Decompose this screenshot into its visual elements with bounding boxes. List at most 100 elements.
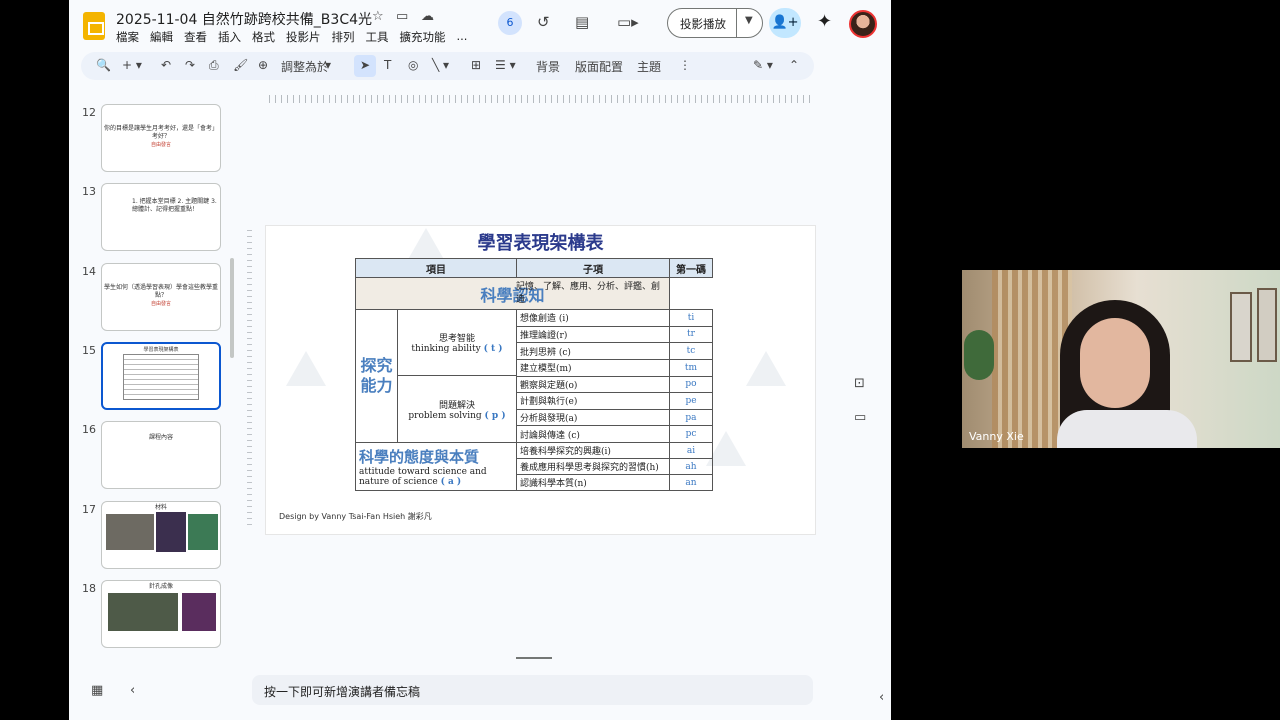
inquiry-group-cell: 探究 能力 思考智能 thinking ability ( t ) 問題解決 prob… (355, 309, 517, 443)
video-background (1257, 288, 1277, 362)
history-icon[interactable]: ↺ (537, 13, 550, 31)
select-cursor-icon[interactable]: ➤ (360, 58, 370, 72)
menu-edit[interactable]: 編輯 (150, 29, 173, 45)
menu-arrange[interactable]: 排列 (332, 29, 355, 45)
pen-mode-icon[interactable]: ✎ ▾ (753, 58, 773, 72)
code-cell: an (669, 474, 713, 491)
vertical-ruler (247, 225, 252, 525)
bullets-icon[interactable]: ☰ ▾ (495, 58, 516, 72)
menu-view[interactable]: 查看 (184, 29, 207, 45)
layout-button[interactable]: 版面配置 (575, 58, 623, 75)
subitem-cell: 推理論證(r) (516, 325, 670, 344)
paint-format-icon[interactable]: 🖌 (233, 58, 248, 72)
search-menus-icon[interactable]: 🔍 (96, 58, 111, 72)
horizontal-ruler (269, 95, 815, 103)
zoom-icon[interactable]: ⊕ (258, 58, 268, 72)
thumb-photo (108, 593, 178, 631)
slide-number: 15 (82, 344, 96, 357)
print-icon[interactable]: ⎙ (209, 58, 219, 73)
document-title[interactable]: 2025-11-04 自然竹跡跨校共備_B3C4光 (116, 9, 372, 29)
background-button[interactable]: 背景 (536, 58, 560, 75)
menu-format[interactable]: 格式 (252, 29, 275, 45)
app-header: 2025-11-04 自然竹跡跨校共備_B3C4光 ☆ ▭ ☁ 檔案 編輯 查看… (69, 0, 891, 50)
move-folder-icon[interactable]: ▭ (396, 9, 408, 24)
slide-number: 18 (82, 582, 96, 595)
theme-button[interactable]: 主題 (637, 58, 661, 75)
slide-thumb-14[interactable]: 14 學生如何（透過學習表現）學會這些教學重點？ 自由發言 (69, 263, 239, 335)
subitem-cell: 計劃與執行(e) (516, 392, 670, 410)
menu-file[interactable]: 檔案 (116, 29, 139, 45)
slide-thumbnail[interactable]: 1. 把握本堂目標 2. 主題關鍵 3. 總體計、記得把握重點！ (101, 183, 221, 251)
zoom-fit-select[interactable]: 調整為於 (281, 58, 329, 75)
cloud-status-icon[interactable]: ☁ (421, 9, 434, 24)
meet-video-icon[interactable]: ▭▸ (617, 13, 639, 31)
slides-logo-icon[interactable] (83, 12, 105, 40)
thumb-text: 學習表現架構表 (143, 347, 179, 353)
side-panel-toggle-icon[interactable]: ‹ (879, 690, 884, 705)
collapse-filmstrip-icon[interactable]: ‹ (130, 683, 135, 698)
menu-extensions[interactable]: 擴充功能 (400, 29, 446, 45)
undo-icon[interactable]: ↶ (161, 58, 171, 72)
menu-bar: 檔案 編輯 查看 插入 格式 投影片 排列 工具 擴充功能 ... (116, 29, 478, 45)
comments-icon[interactable]: ▤ (575, 13, 589, 31)
filmstrip-scrollbar[interactable] (230, 258, 234, 358)
slide-thumbnail[interactable]: 課程內容 (101, 421, 221, 489)
header-cell: 子項 (516, 258, 670, 278)
new-slide-icon[interactable]: + ▾ (122, 58, 142, 72)
slide-thumbnail[interactable]: 材料 (101, 501, 221, 569)
menu-insert[interactable]: 插入 (218, 29, 241, 45)
subitem-cell: 觀察與定題(o) (516, 375, 670, 394)
slide-thumb-12[interactable]: 12 你的目標是讓學生月考考好，還是「會考」考好？ 自由發言 (69, 104, 239, 176)
science-cognition-desc: 記憶、了解、應用、分析、評鑑、創造 (516, 282, 661, 305)
slide-thumb-16[interactable]: 16 課程內容 (69, 421, 239, 493)
thumb-text: 材料 (154, 504, 167, 511)
shape-icon[interactable]: ◎ (408, 58, 418, 72)
slide-number: 16 (82, 423, 96, 436)
text-box-icon[interactable]: T (384, 58, 391, 72)
toolbar: 🔍 + ▾ ↶ ↷ ⎙ 🖌 ⊕ 調整為於 ▾ ➤ T ◎ ╲ ▾ ⊞ ☰ ▾ 背… (81, 52, 814, 80)
comment-add-icon[interactable]: ⊞ (471, 58, 481, 72)
code-cell: ti (669, 309, 713, 327)
notes-resize-handle[interactable] (516, 657, 552, 659)
slide-thumb-17[interactable]: 17 材料 (69, 501, 239, 573)
star-icon[interactable]: ☆ (372, 9, 384, 24)
code-cell: tm (669, 358, 713, 377)
slide-thumbnail[interactable]: 針孔成像 (101, 580, 221, 648)
thumb-photo (156, 512, 186, 552)
chevron-down-icon[interactable]: ▼ (745, 15, 753, 26)
header-cell: 項目 (355, 258, 517, 278)
redo-icon[interactable]: ↷ (185, 58, 195, 72)
grid-view-icon[interactable]: ▦ (91, 683, 103, 698)
slide-thumb-18[interactable]: 18 針孔成像 (69, 580, 239, 652)
menu-more[interactable]: ... (457, 29, 468, 45)
slide-thumb-15[interactable]: 15 學習表現架構表 (69, 342, 239, 414)
more-vert-icon[interactable]: ⋮ (679, 58, 691, 72)
slide-thumbnail-selected[interactable]: 學習表現架構表 (101, 342, 221, 410)
video-background (964, 330, 994, 380)
folder-icon[interactable]: ▭ (854, 410, 866, 425)
code-cell: tr (669, 325, 713, 344)
user-avatar[interactable] (849, 10, 877, 38)
slide-filmstrip[interactable]: 12 你的目標是讓學生月考考好，還是「會考」考好？ 自由發言 13 1. 把握本堂… (69, 88, 239, 663)
slide-thumbnail[interactable]: 學生如何（透過學習表現）學會這些教學重點？ 自由發言 (101, 263, 221, 331)
keep-notes-icon[interactable]: ⊡ (854, 376, 865, 391)
subitem-cell: 批判思辨 (c) (516, 342, 670, 360)
present-button[interactable]: 投影播放 ▼ (667, 8, 763, 38)
share-person-add-icon[interactable]: 👤+ (769, 8, 801, 38)
zoom-chevron-icon[interactable]: ▾ (325, 58, 331, 72)
thumb-text: 針孔成像 (148, 583, 173, 590)
slide-thumbnail[interactable]: 你的目標是讓學生月考考好，還是「會考」考好？ 自由發言 (101, 104, 221, 172)
current-slide[interactable]: 學習表現架構表 項目 子項 第一碼 科學認知 探究 能力 思考智能 thinking… (265, 225, 816, 535)
subitem-cell: 分析與發現(a) (516, 408, 670, 427)
menu-tools[interactable]: 工具 (366, 29, 389, 45)
collaborators-badge[interactable]: 6 (498, 11, 522, 35)
slide-thumb-13[interactable]: 13 1. 把握本堂目標 2. 主題關鍵 3. 總體計、記得把握重點！ (69, 183, 239, 255)
menu-slide[interactable]: 投影片 (286, 29, 321, 45)
speaker-notes-field[interactable]: 按一下即可新增演講者備忘稿 (252, 675, 813, 705)
collapse-toolbar-icon[interactable]: ⌃ (789, 58, 799, 72)
gemini-sparkle-icon[interactable]: ✦ (817, 11, 832, 32)
present-label: 投影播放 (680, 17, 726, 31)
line-icon[interactable]: ╲ ▾ (432, 58, 449, 72)
slide-title: 學習表現架構表 (477, 233, 604, 254)
slide-number: 13 (82, 185, 96, 198)
